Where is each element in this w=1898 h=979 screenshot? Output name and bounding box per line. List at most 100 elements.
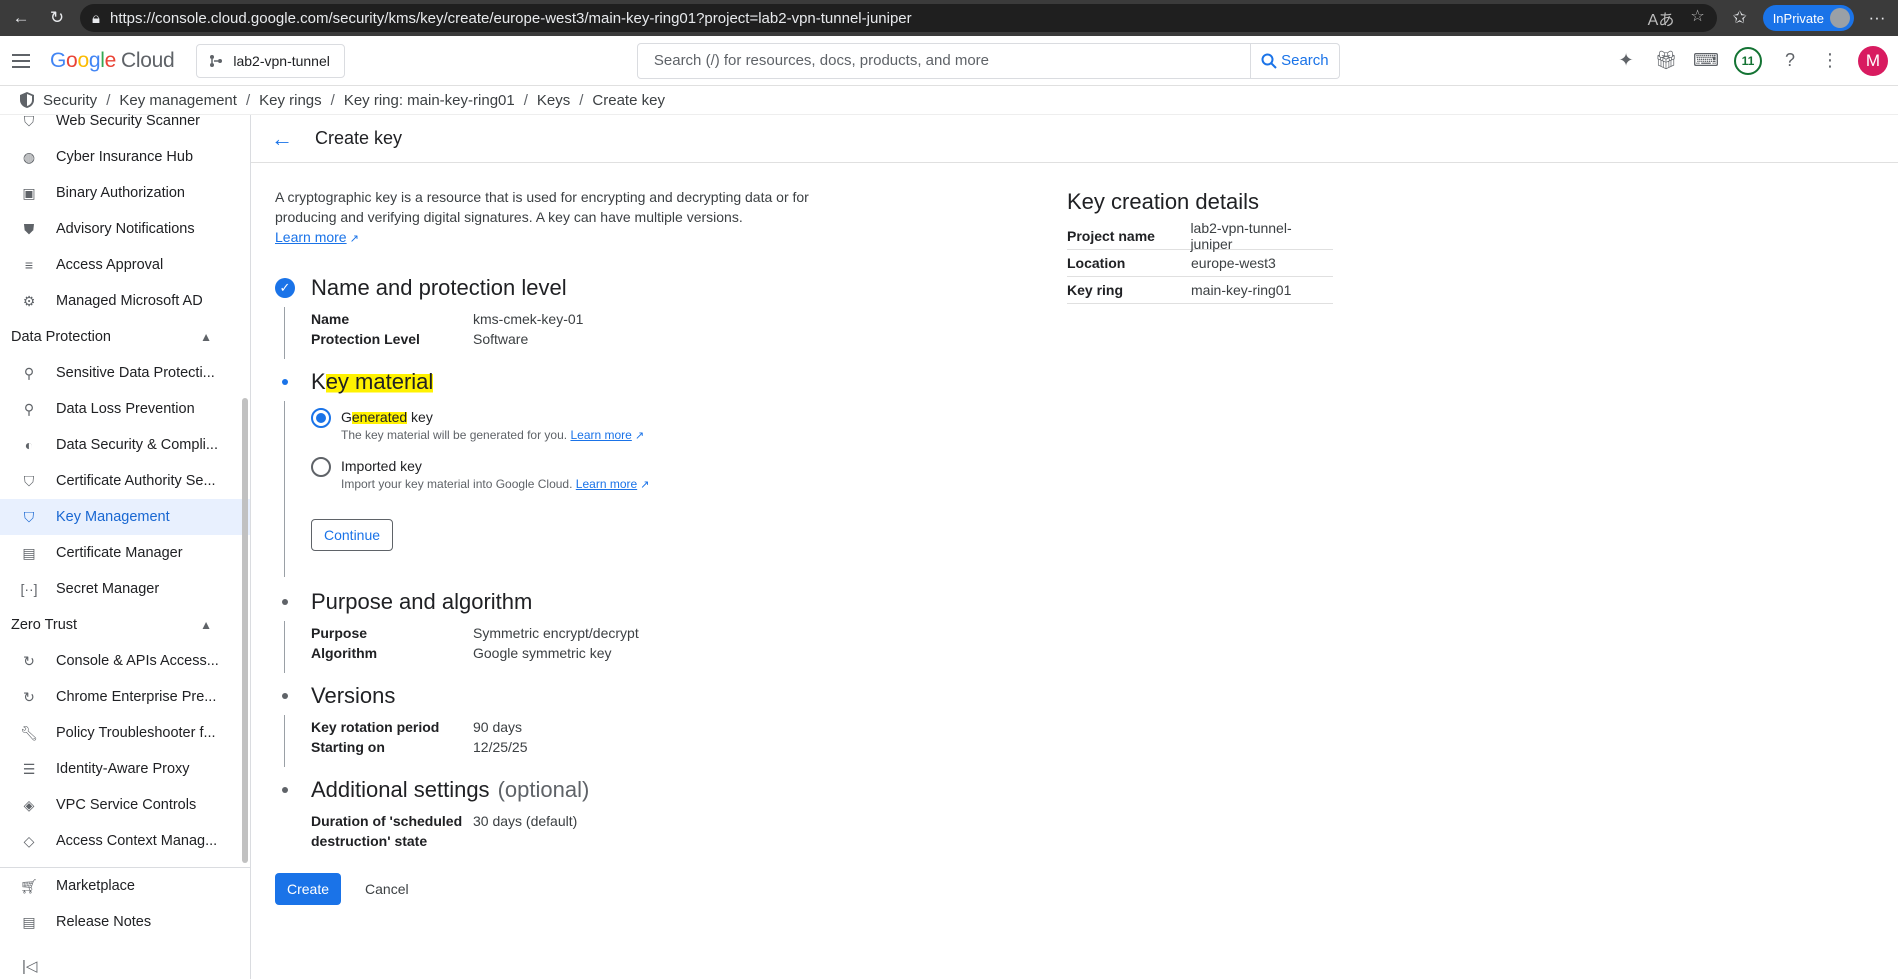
sidebar: ⛉ Web Security Scanner ◍ Cyber Insurance H… <box>0 113 251 979</box>
step-title[interactable]: Purpose and algorithm <box>311 585 815 619</box>
more-vert-icon[interactable]: ⋮ <box>1818 49 1842 73</box>
notifications-badge[interactable]: 11 <box>1734 46 1762 75</box>
step-title[interactable]: Additional settings (optional) <box>311 773 815 807</box>
search-icon <box>1261 53 1277 69</box>
breadcrumb-key-ring[interactable]: Key ring: main-key-ring01 <box>344 92 515 109</box>
sidebar-item-console-apis-access[interactable]: ↻ Console & APIs Access... <box>0 643 250 679</box>
step-title[interactable]: Versions <box>311 679 815 713</box>
step-versions: Versions Key rotation period 90 days Star… <box>275 679 815 767</box>
read-aloud-icon[interactable]: Aあ <box>1648 6 1675 30</box>
favorite-star-icon[interactable]: ☆ <box>1690 6 1704 30</box>
search-gear-icon: ⚲ <box>23 364 35 381</box>
sidebar-item-key-management[interactable]: ⛉ Key Management <box>0 499 250 535</box>
circle-arrows-icon: ↻ <box>23 652 35 669</box>
layers-icon: ◈ <box>23 796 35 813</box>
back-arrow-icon[interactable]: ← <box>8 5 34 31</box>
continue-button[interactable]: Continue <box>311 519 394 551</box>
proxy-icon: ☰ <box>22 760 36 777</box>
step-title[interactable]: Name and protection level <box>311 271 815 305</box>
sidebar-item-certificate-authority-service[interactable]: ⛉ Certificate Authority Se... <box>0 463 250 499</box>
cert-shield-icon: ⛉ <box>23 472 35 489</box>
radio-button[interactable] <box>311 457 331 477</box>
external-link-icon: ↗ <box>640 479 650 491</box>
shield-outline-icon: ⛊ <box>23 220 35 237</box>
search-icon: ⚲ <box>23 400 35 417</box>
globe-icon: ◍ <box>22 148 36 165</box>
sidebar-item-certificate-manager[interactable]: ▤ Certificate Manager <box>0 535 250 571</box>
sidebar-item-secret-manager[interactable]: [··] Secret Manager <box>0 571 250 607</box>
sidebar-item-managed-microsoft-ad[interactable]: ⚙ Managed Microsoft AD <box>0 283 250 319</box>
sidebar-item-chrome-enterprise-premium[interactable]: ↻ Chrome Enterprise Pre... <box>0 679 250 715</box>
google-cloud-logo[interactable]: Google Cloud <box>50 49 175 73</box>
sidebar-item-access-approval[interactable]: ≡ Access Approval <box>0 247 250 283</box>
address-bar[interactable]: 🔒︎ https://console.cloud.google.com/secu… <box>80 4 1717 32</box>
intro-text: A cryptographic key is a resource that i… <box>275 189 809 245</box>
favorites-icon[interactable]: ✩ <box>1727 5 1753 31</box>
search-button[interactable]: Search <box>1250 42 1340 79</box>
sidebar-item-data-loss-prevention[interactable]: ⚲ Data Loss Prevention <box>0 391 250 427</box>
gemini-sparkle-icon[interactable]: ✦ <box>1614 49 1638 73</box>
step-dot <box>282 599 288 605</box>
key-shield-icon: ⛉ <box>23 508 35 525</box>
radio-button-selected[interactable] <box>311 408 331 428</box>
active-step-dot <box>282 379 288 385</box>
cart-icon: 🛒︎ <box>20 877 38 894</box>
check-circle-icon: ✓ <box>275 278 295 298</box>
radio-imported-key[interactable]: Imported key Import your key material in… <box>311 456 815 493</box>
project-picker[interactable]: lab2-vpn-tunnel <box>196 43 345 78</box>
sidebar-section-data-protection[interactable]: Data Protection ▲ <box>0 319 250 355</box>
step-key-material: Key material Generated key The key mater… <box>275 365 815 577</box>
hierarchy-icon: ⚙ <box>22 292 36 309</box>
circle-arrows-icon: ↻ <box>23 688 35 705</box>
sidebar-item-marketplace[interactable]: 🛒︎ Marketplace <box>0 868 250 904</box>
notes-icon: ▤ <box>22 913 36 930</box>
breadcrumb-key-rings[interactable]: Key rings <box>259 92 322 109</box>
menu-icon[interactable] <box>12 49 36 73</box>
more-menu-icon[interactable]: ··· <box>1864 5 1890 31</box>
inprivate-badge[interactable]: InPrivate <box>1762 5 1854 31</box>
sidebar-item-identity-aware-proxy[interactable]: ☰ Identity-Aware Proxy <box>0 751 250 787</box>
key-creation-details-panel: Key creation details Project name lab2-vp… <box>1067 189 1333 304</box>
details-title: Key creation details <box>1067 189 1259 214</box>
search-input[interactable]: Search (/) for resources, docs, products… <box>636 42 1251 79</box>
learn-more-link[interactable]: Learn more <box>275 229 347 245</box>
back-arrow-icon[interactable]: ← <box>271 126 293 152</box>
sidebar-item-binary-authorization[interactable]: ▣ Binary Authorization <box>0 175 250 211</box>
lock-icon: 🔒︎ <box>92 9 100 27</box>
step-title: Key material <box>311 369 434 394</box>
certificate-icon: ▤ <box>22 544 36 561</box>
sidebar-item-vpc-service-controls[interactable]: ◈ VPC Service Controls <box>0 787 250 823</box>
refresh-icon[interactable]: ↻ <box>44 5 70 31</box>
inprivate-label: InPrivate <box>1772 10 1824 26</box>
step-name-protection: ✓ Name and protection level Name kms-cmek… <box>275 271 815 359</box>
radio-generated-key[interactable]: Generated key The key material will be g… <box>311 407 815 444</box>
search-button-label: Search <box>1281 52 1329 69</box>
sidebar-item-sensitive-data-protection[interactable]: ⚲ Sensitive Data Protecti... <box>0 355 250 391</box>
chevron-up-icon: ▲ <box>200 618 212 632</box>
cloud-shell-icon[interactable]: ⌨ <box>1693 49 1719 73</box>
sidebar-item-web-security-scanner[interactable]: ⛉ Web Security Scanner <box>0 103 250 139</box>
learn-more-link[interactable]: Learn more <box>570 428 631 442</box>
sidebar-item-advisory-notifications[interactable]: ⛊ Advisory Notifications <box>0 211 250 247</box>
sidebar-item-data-security-compliance[interactable]: ◐ Data Security & Compli... <box>0 427 250 463</box>
help-icon[interactable]: ? <box>1778 49 1802 73</box>
sidebar-item-cyber-insurance-hub[interactable]: ◍ Cyber Insurance Hub <box>0 139 250 175</box>
breadcrumb-keys[interactable]: Keys <box>537 92 570 109</box>
external-link-icon: ↗ <box>634 430 645 442</box>
sidebar-item-policy-troubleshooter[interactable]: 🔧︎ Policy Troubleshooter f... <box>0 715 250 751</box>
create-button[interactable]: Create <box>275 873 342 905</box>
sidebar-item-release-notes[interactable]: ▤ Release Notes <box>0 904 250 940</box>
step-purpose-algorithm: Purpose and algorithm Purpose Symmetric e… <box>275 585 815 673</box>
sidebar-item-access-context-manager[interactable]: ◇ Access Context Manag... <box>0 823 250 859</box>
sidebar-section-zero-trust[interactable]: Zero Trust ▲ <box>0 607 250 643</box>
sidebar-scrollbar[interactable] <box>242 398 248 863</box>
gift-icon[interactable]: 🎁︎ <box>1654 49 1678 73</box>
cancel-button[interactable]: Cancel <box>365 881 409 897</box>
collapse-sidebar-icon[interactable]: |◁ <box>22 957 37 975</box>
account-avatar[interactable]: M <box>1858 45 1888 76</box>
step-dot <box>282 787 288 793</box>
external-link-icon: ↗ <box>349 233 359 245</box>
learn-more-link[interactable]: Learn more <box>576 477 637 491</box>
wrench-icon: 🔧︎ <box>20 724 38 741</box>
browser-toolbar: ← ↻ 🔒︎ https://console.cloud.google.com/… <box>0 0 1898 36</box>
